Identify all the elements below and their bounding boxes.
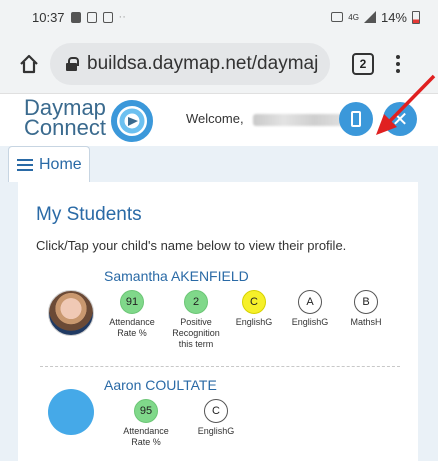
grade-value: A — [298, 290, 322, 314]
url-text: buildsa.daymap.net/daymaj — [87, 52, 319, 74]
grade-subject: MathsH — [350, 317, 382, 327]
attendance-label: Attendance Rate % — [123, 426, 169, 447]
battery-icon — [412, 10, 420, 24]
clipboard-icon — [102, 11, 113, 23]
status-bar: 10:37 ·· 4G 14% — [0, 0, 438, 34]
attendance-badge[interactable]: 95 Attendance Rate % — [116, 399, 176, 448]
status-time: 10:37 — [32, 9, 65, 25]
student-avatar[interactable] — [48, 290, 94, 336]
student-name-link[interactable]: Aaron COULTATE — [104, 377, 217, 393]
vibrate-icon — [331, 12, 344, 22]
address-bar[interactable]: buildsa.daymap.net/daymaj — [50, 42, 330, 85]
student-name-link[interactable]: Samantha AKENFIELD — [104, 268, 249, 284]
welcome-message: Welcome, — [186, 111, 346, 126]
logo-text: Daymap Connect — [24, 97, 106, 140]
student-divider — [40, 366, 400, 367]
welcome-label: Welcome, — [186, 111, 244, 126]
grade-value: B — [354, 290, 378, 314]
attendance-label: Attendance Rate % — [109, 317, 155, 338]
grade-badge[interactable]: B MathsH — [336, 290, 396, 328]
menu-dot-icon — [396, 68, 400, 73]
attendance-badge[interactable]: 91 Attendance Rate % — [102, 290, 162, 339]
logo-line-2: Connect — [24, 115, 106, 140]
tab-home-label: Home — [39, 155, 82, 173]
redacted-user-name — [253, 113, 346, 126]
browser-menu-button[interactable] — [394, 54, 402, 73]
tab-home[interactable]: Home — [8, 146, 90, 182]
menu-dot-icon — [396, 61, 400, 66]
signal-icon — [363, 11, 376, 23]
grade-subject: EnglishG — [235, 317, 273, 327]
attendance-value: 91 — [120, 290, 144, 314]
instructions-text: Click/Tap your child's name below to vie… — [36, 238, 347, 253]
student-avatar[interactable] — [48, 389, 94, 435]
grade-badge[interactable]: C EnglishG — [186, 399, 246, 437]
battery-percent: 14% — [380, 9, 407, 25]
more-notifications-icon: ·· — [118, 11, 126, 23]
browser-toolbar: buildsa.daymap.net/daymaj 2 — [0, 34, 438, 94]
phone-icon — [351, 111, 361, 127]
my-students-card: My Students Click/Tap your child's name … — [18, 182, 418, 461]
grade-value: C — [242, 290, 266, 314]
tab-switcher-button[interactable]: 2 — [352, 52, 374, 75]
gallery-icon — [86, 11, 97, 23]
recognition-label: Positive Recognition this term — [172, 317, 220, 349]
status-right: 4G 14% — [331, 10, 420, 25]
app-header: Daymap Connect Welcome, ✕ — [0, 94, 438, 146]
positive-recognition-badge[interactable]: 2 Positive Recognition this term — [166, 290, 226, 350]
page-title: My Students — [36, 204, 142, 225]
logo-swirl-icon — [111, 100, 153, 142]
grade-value: C — [204, 399, 228, 423]
grade-badge[interactable]: A EnglishG — [280, 290, 340, 328]
status-left: 10:37 ·· — [32, 10, 126, 25]
attendance-value: 95 — [134, 399, 158, 423]
lock-icon — [66, 57, 79, 71]
recognition-value: 2 — [184, 290, 208, 314]
grade-subject: EnglishG — [291, 317, 329, 327]
menu-dot-icon — [396, 54, 400, 59]
browser-home-button[interactable] — [14, 49, 44, 79]
network-type: 4G — [348, 12, 359, 22]
grade-subject: EnglishG — [197, 426, 235, 436]
daymap-logo[interactable]: Daymap Connect — [24, 96, 154, 142]
grade-badge[interactable]: C EnglishG — [224, 290, 284, 328]
home-icon — [20, 54, 38, 73]
hamburger-menu-icon — [17, 158, 33, 171]
notification-icon — [70, 11, 81, 23]
close-button[interactable]: ✕ — [383, 102, 417, 136]
mobile-view-button[interactable] — [339, 102, 373, 136]
